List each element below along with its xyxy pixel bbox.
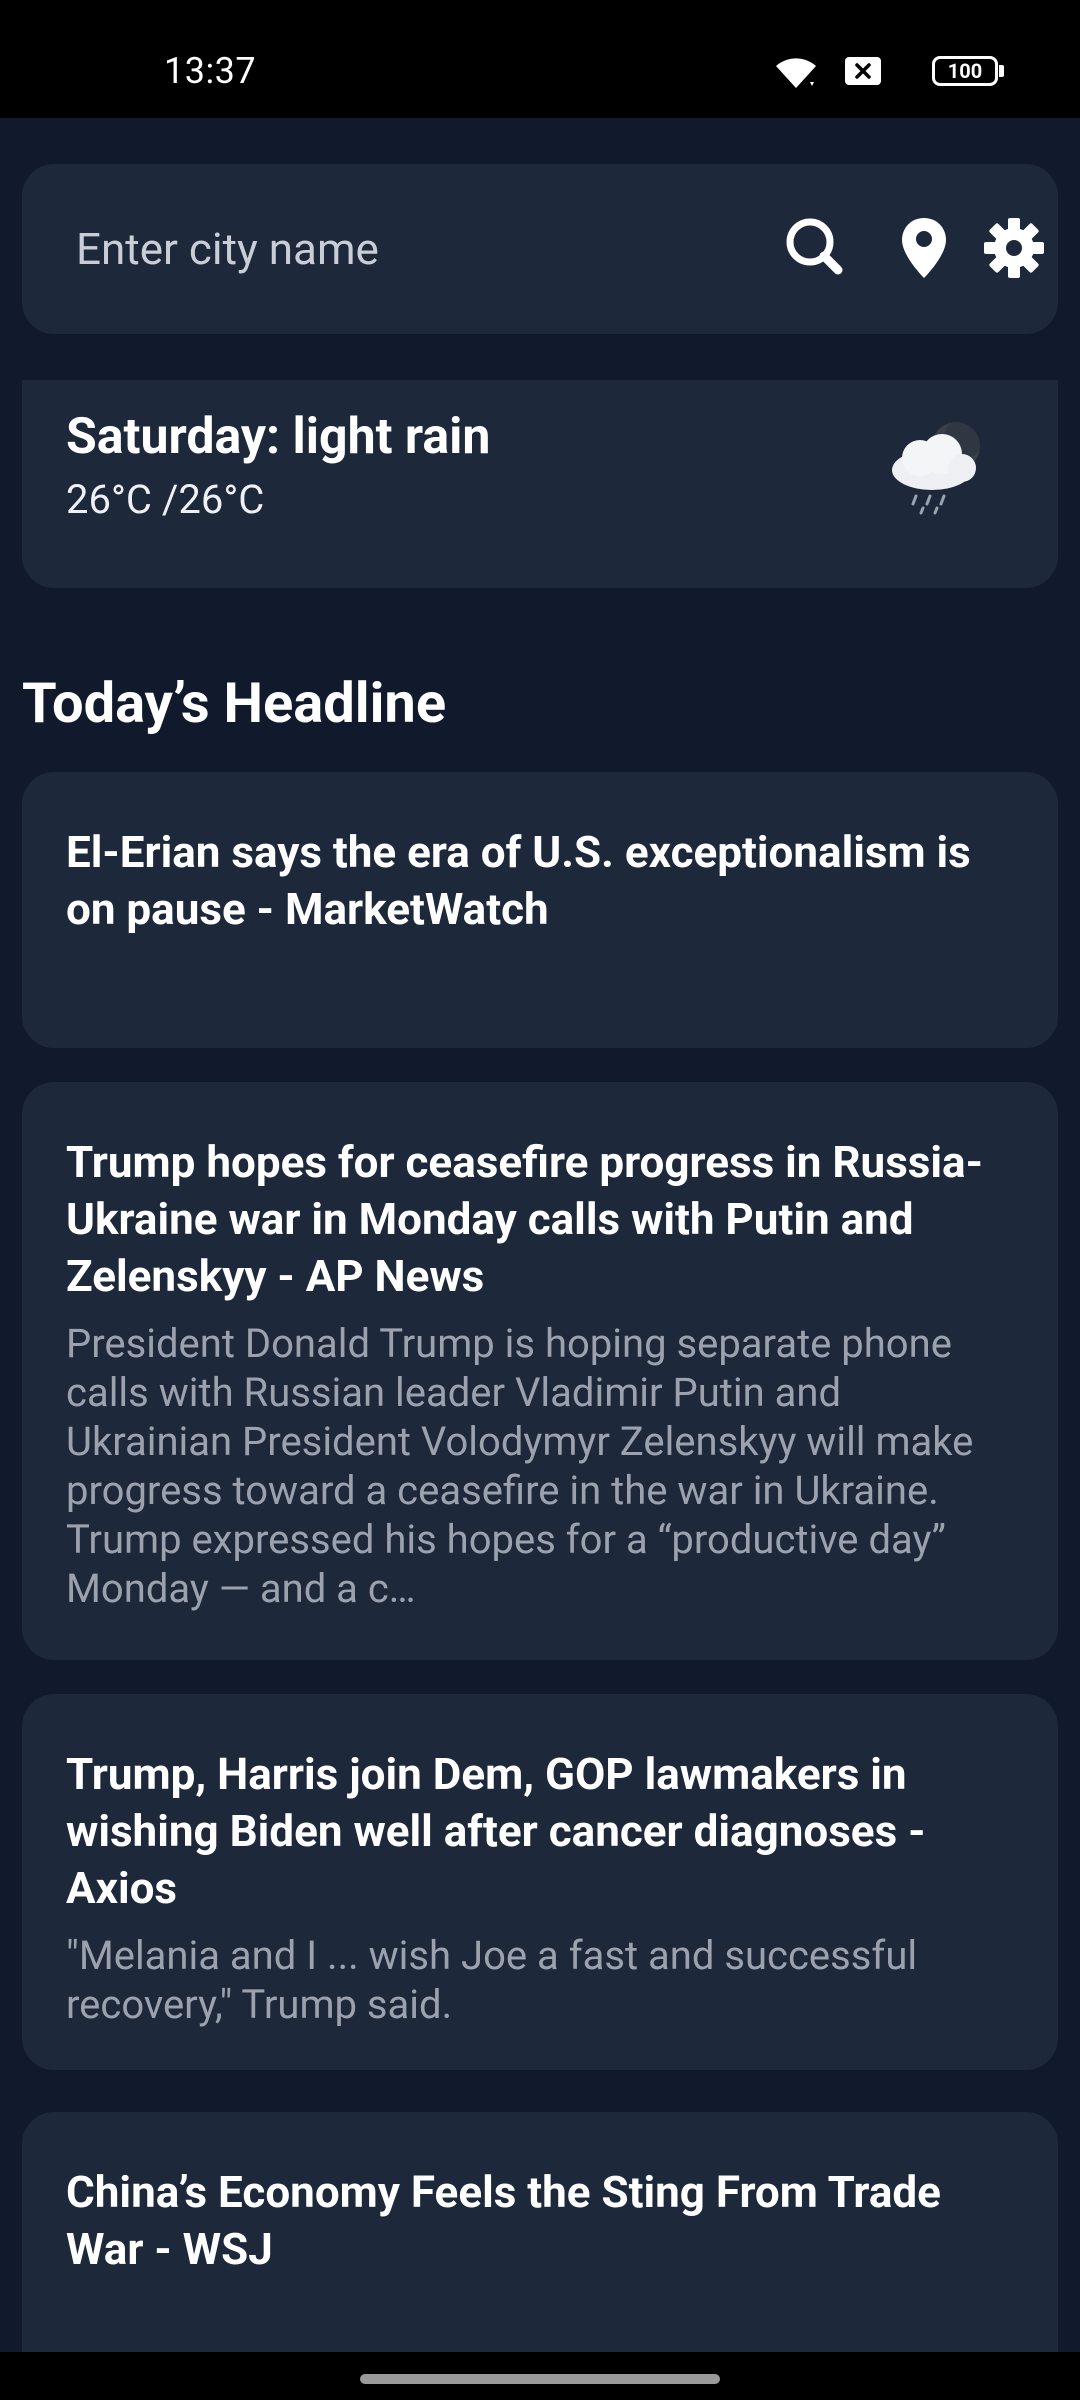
forecast-card[interactable]: Saturday: light rain 26°C /26°C — [22, 380, 1058, 588]
headlines-title: Today’s Headline — [22, 670, 447, 736]
navigation-bar — [0, 2352, 1080, 2400]
notification-x-icon — [845, 57, 881, 85]
app-screen: Saturday: light rain 26°C /26°C Today’s … — [0, 118, 1080, 2352]
gear-icon — [984, 218, 1044, 278]
news-card[interactable]: Trump hopes for ceasefire progress in Ru… — [22, 1082, 1058, 1660]
home-indicator[interactable] — [360, 2374, 720, 2384]
wifi-icon — [776, 58, 816, 88]
news-title: Trump, Harris join Dem, GOP lawmakers in… — [66, 1748, 926, 1914]
location-pin-icon — [902, 218, 946, 278]
news-card[interactable]: El-Erian says the era of U.S. exceptiona… — [22, 772, 1058, 1048]
news-title: Trump hopes for ceasefire progress in Ru… — [66, 1136, 983, 1302]
status-icons: 100 — [738, 52, 1004, 92]
status-bar: 13:37 100 — [0, 0, 1080, 118]
news-description: "Melania and I ... wish Joe a fast and s… — [66, 1932, 918, 2028]
news-card[interactable]: China’s Economy Feels the Sting From Tra… — [22, 2112, 1058, 2352]
forecast-day: Saturday: light rain — [66, 408, 491, 466]
battery-tip — [999, 65, 1004, 77]
battery-icon: 100 — [932, 56, 998, 86]
search-icon — [786, 218, 843, 275]
search-card — [22, 164, 1058, 334]
forecast-temperature: 26°C /26°C — [66, 476, 265, 523]
battery-level: 100 — [947, 59, 983, 83]
status-time: 13:37 — [164, 50, 257, 92]
search-button[interactable] — [776, 208, 856, 288]
settings-button[interactable] — [974, 208, 1054, 288]
city-search-input[interactable] — [76, 216, 756, 282]
news-title: China’s Economy Feels the Sting From Tra… — [66, 2166, 941, 2275]
news-title: El-Erian says the era of U.S. exceptiona… — [66, 826, 971, 935]
light-rain-cloud-icon — [892, 418, 984, 515]
news-description: President Donald Trump is hoping separat… — [66, 1320, 974, 1612]
location-button[interactable] — [884, 208, 964, 288]
news-card[interactable]: Trump, Harris join Dem, GOP lawmakers in… — [22, 1694, 1058, 2070]
